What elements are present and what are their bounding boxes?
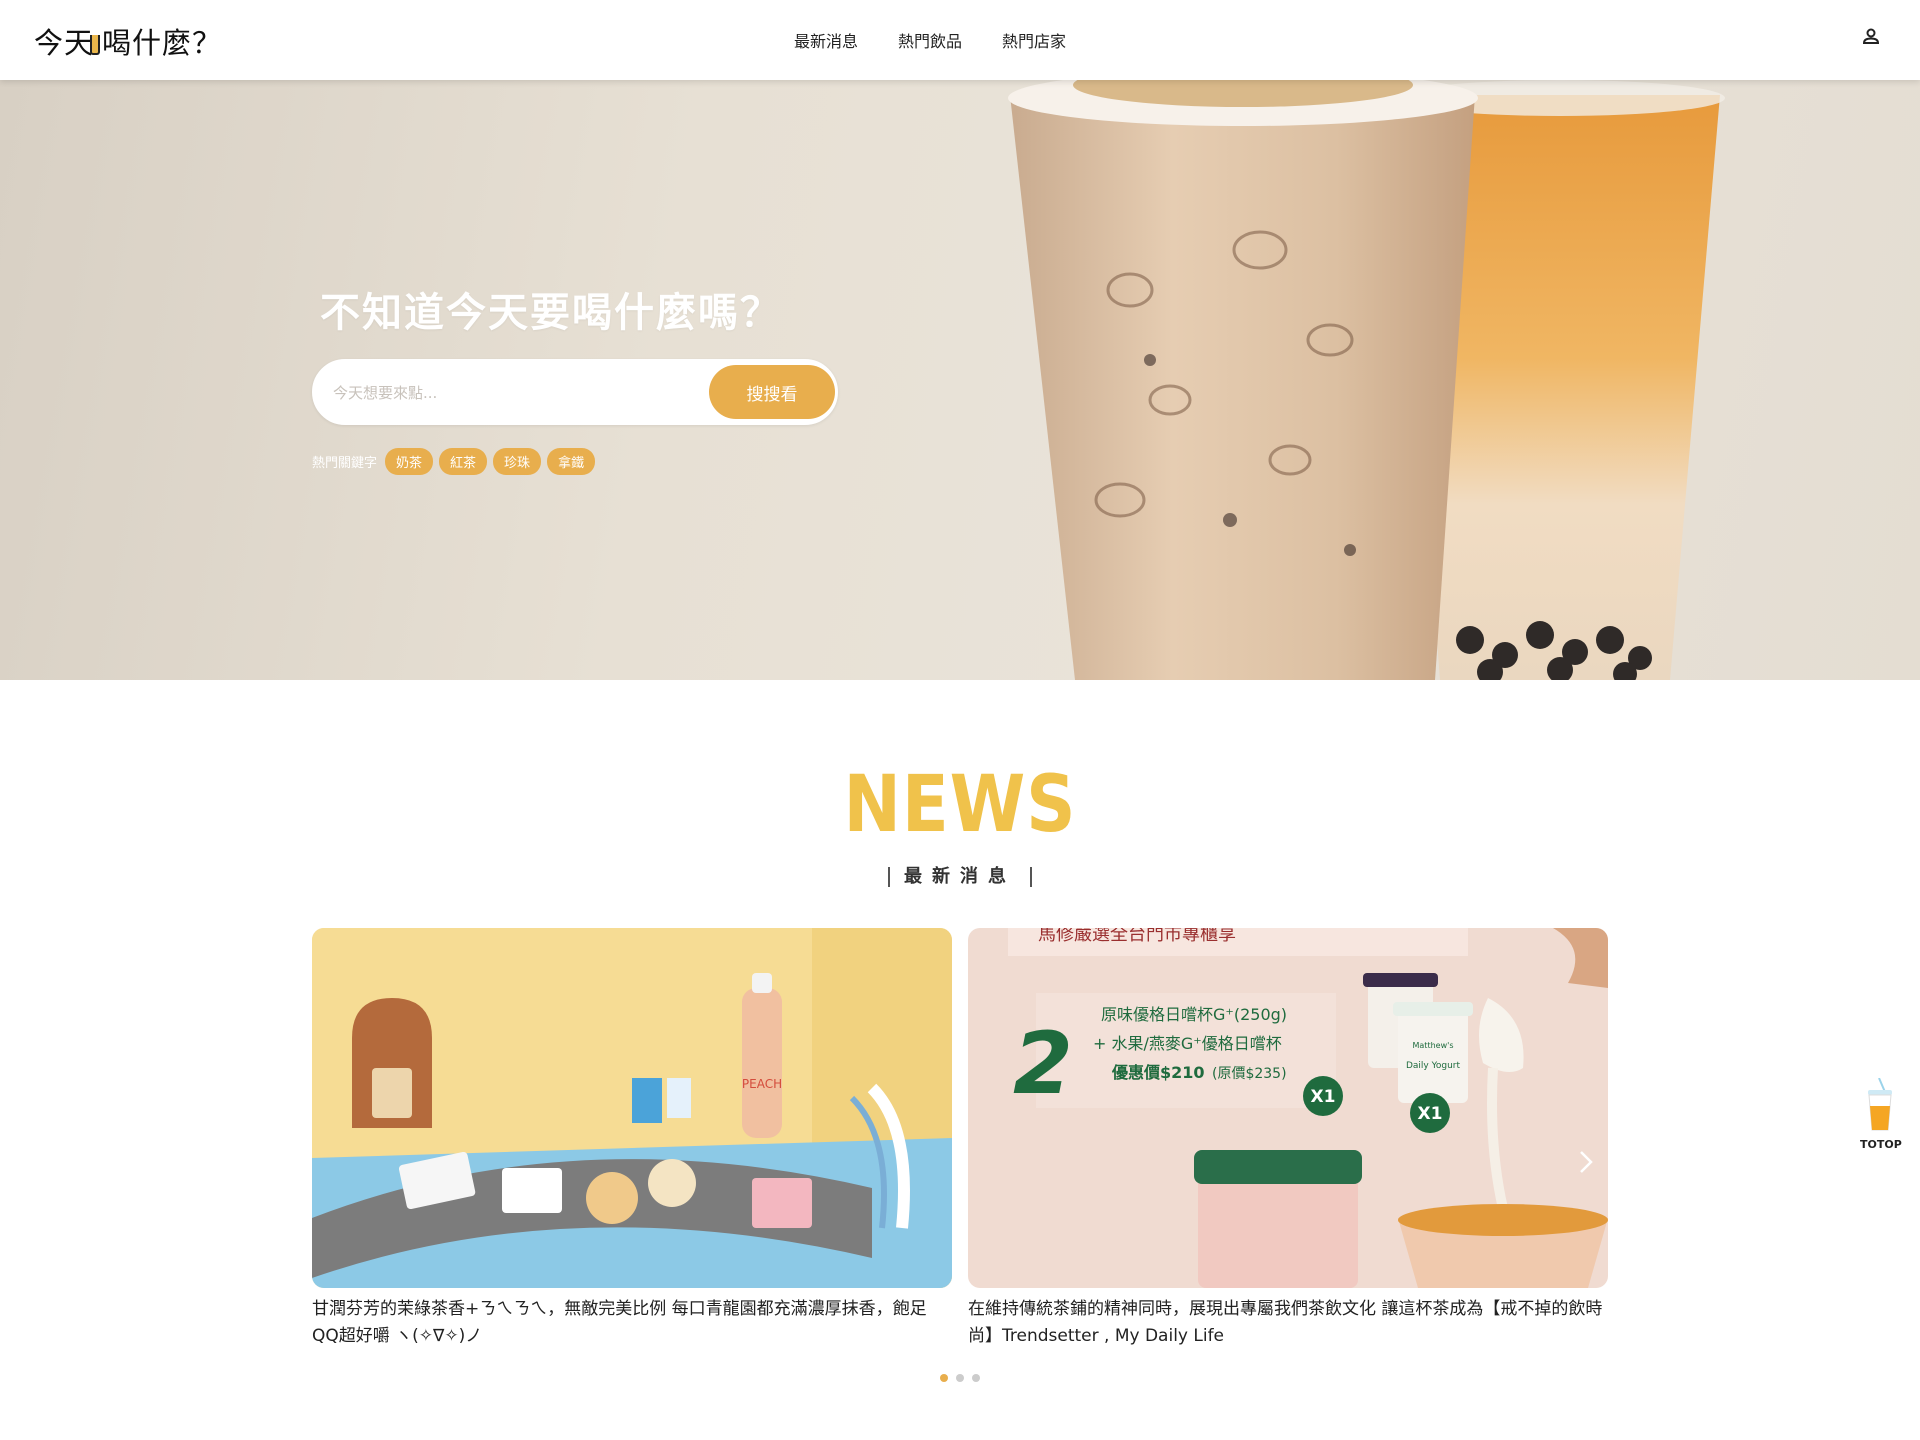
bubble-tea-hero-image [1008, 80, 1725, 680]
promo-banner-text: 馬修嚴選全台門市專櫃享 [1038, 928, 1236, 945]
yogurt-cup-label: Daily Yogurt [1406, 1061, 1461, 1071]
nav-item-popular-drinks[interactable]: 熱門飲品 [898, 28, 962, 52]
nav-item-popular-shops[interactable]: 熱門店家 [1002, 28, 1066, 52]
logo-text-a: 今天 [34, 26, 95, 60]
yogurt-promo-image: 馬修嚴選全台門市專櫃享 2 原味優格日嚐杯G⁺(250g) + 水果/燕麥G⁺優… [968, 928, 1608, 1288]
peach-tea-diorama-image: PEACH [312, 928, 952, 1288]
news-card[interactable]: PEACH 甘潤芬芳的茉綠茶香+ㄋㄟㄋㄟ，無敵完美比例 每口青龍園都充滿濃厚抹香… [312, 928, 952, 1350]
site-logo[interactable]: 今天 喝什麼？ [34, 20, 222, 62]
promo-line-3-original: (原價$235) [1212, 1065, 1287, 1082]
search-bar: 搜搜看 [312, 359, 838, 425]
news-heading: NEWS [843, 760, 1077, 850]
search-button[interactable]: 搜搜看 [709, 365, 835, 419]
hot-keywords-label: 熱門關鍵字 [312, 456, 378, 471]
drink-cup-icon [1868, 1077, 1892, 1131]
promo-big-number: 2 [1013, 1014, 1073, 1114]
quantity-badge: X1 [1311, 1087, 1336, 1107]
nav-item-news[interactable]: 最新消息 [794, 28, 858, 52]
carousel-pagination [940, 1374, 980, 1382]
search-input[interactable] [333, 376, 693, 410]
quantity-badge: X1 [1418, 1104, 1443, 1124]
hero-banner: 不知道今天要喝什麼嗎？ 搜搜看 熱門關鍵字 奶茶 紅茶 珍珠 拿鐵 [0, 80, 1920, 680]
user-icon [1862, 28, 1880, 44]
promo-line-1: 原味優格日嚐杯G⁺(250g) [1101, 1005, 1287, 1024]
promo-line-3-price: 優惠價$210 [1111, 1063, 1205, 1082]
divider [888, 867, 890, 887]
carousel-next-button[interactable] [1574, 1148, 1598, 1176]
promo-line-2: + 水果/燕麥G⁺優格日嚐杯 [1093, 1034, 1282, 1053]
news-subheading-text: 最新消息 [904, 866, 1016, 887]
user-account-button[interactable] [1860, 26, 1882, 48]
bottle-label: PEACH [742, 1077, 782, 1091]
news-card-image[interactable]: 馬修嚴選全台門市專櫃享 2 原味優格日嚐杯G⁺(250g) + 水果/燕麥G⁺優… [968, 928, 1608, 1288]
news-card-caption[interactable]: 在維持傳統茶鋪的精神同時，展現出專屬我們茶飲文化 讓這杯茶成為【戒不掉的飲時尚】… [968, 1296, 1608, 1350]
navbar: 今天 喝什麼？ 最新消息 熱門飲品 熱門店家 [0, 0, 1920, 80]
keyword-tag[interactable]: 紅茶 [439, 448, 488, 475]
news-subheading: 最新消息 [0, 862, 1920, 888]
totop-label: TOTOP [1860, 1138, 1902, 1151]
divider [1030, 867, 1032, 887]
cup-icon [90, 35, 101, 55]
chevron-right-icon [1580, 1151, 1593, 1173]
keyword-tag[interactable]: 珍珠 [493, 448, 542, 475]
news-card[interactable]: 馬修嚴選全台門市專櫃享 2 原味優格日嚐杯G⁺(250g) + 水果/燕麥G⁺優… [968, 928, 1608, 1350]
logo-text-b: 喝什麼？ [102, 26, 223, 60]
hero-title: 不知道今天要喝什麼嗎？ [320, 290, 782, 336]
news-card-caption[interactable]: 甘潤芬芳的茉綠茶香+ㄋㄟㄋㄟ，無敵完美比例 每口青龍園都充滿濃厚抹香，飽足QQ超… [312, 1296, 952, 1350]
news-card-image[interactable]: PEACH [312, 928, 952, 1288]
keyword-tag[interactable]: 奶茶 [385, 448, 434, 475]
keyword-tag[interactable]: 拿鐵 [547, 448, 596, 475]
hot-keywords: 熱門關鍵字 奶茶 紅茶 珍珠 拿鐵 [312, 448, 596, 475]
carousel-dot[interactable] [940, 1374, 948, 1382]
main-nav: 最新消息 熱門飲品 熱門店家 [794, 28, 1066, 52]
carousel-dot[interactable] [972, 1374, 980, 1382]
yogurt-cup-brand: Matthew's [1413, 1041, 1454, 1050]
back-to-top-button[interactable]: TOTOP [1860, 1077, 1902, 1158]
carousel-dot[interactable] [956, 1374, 964, 1382]
